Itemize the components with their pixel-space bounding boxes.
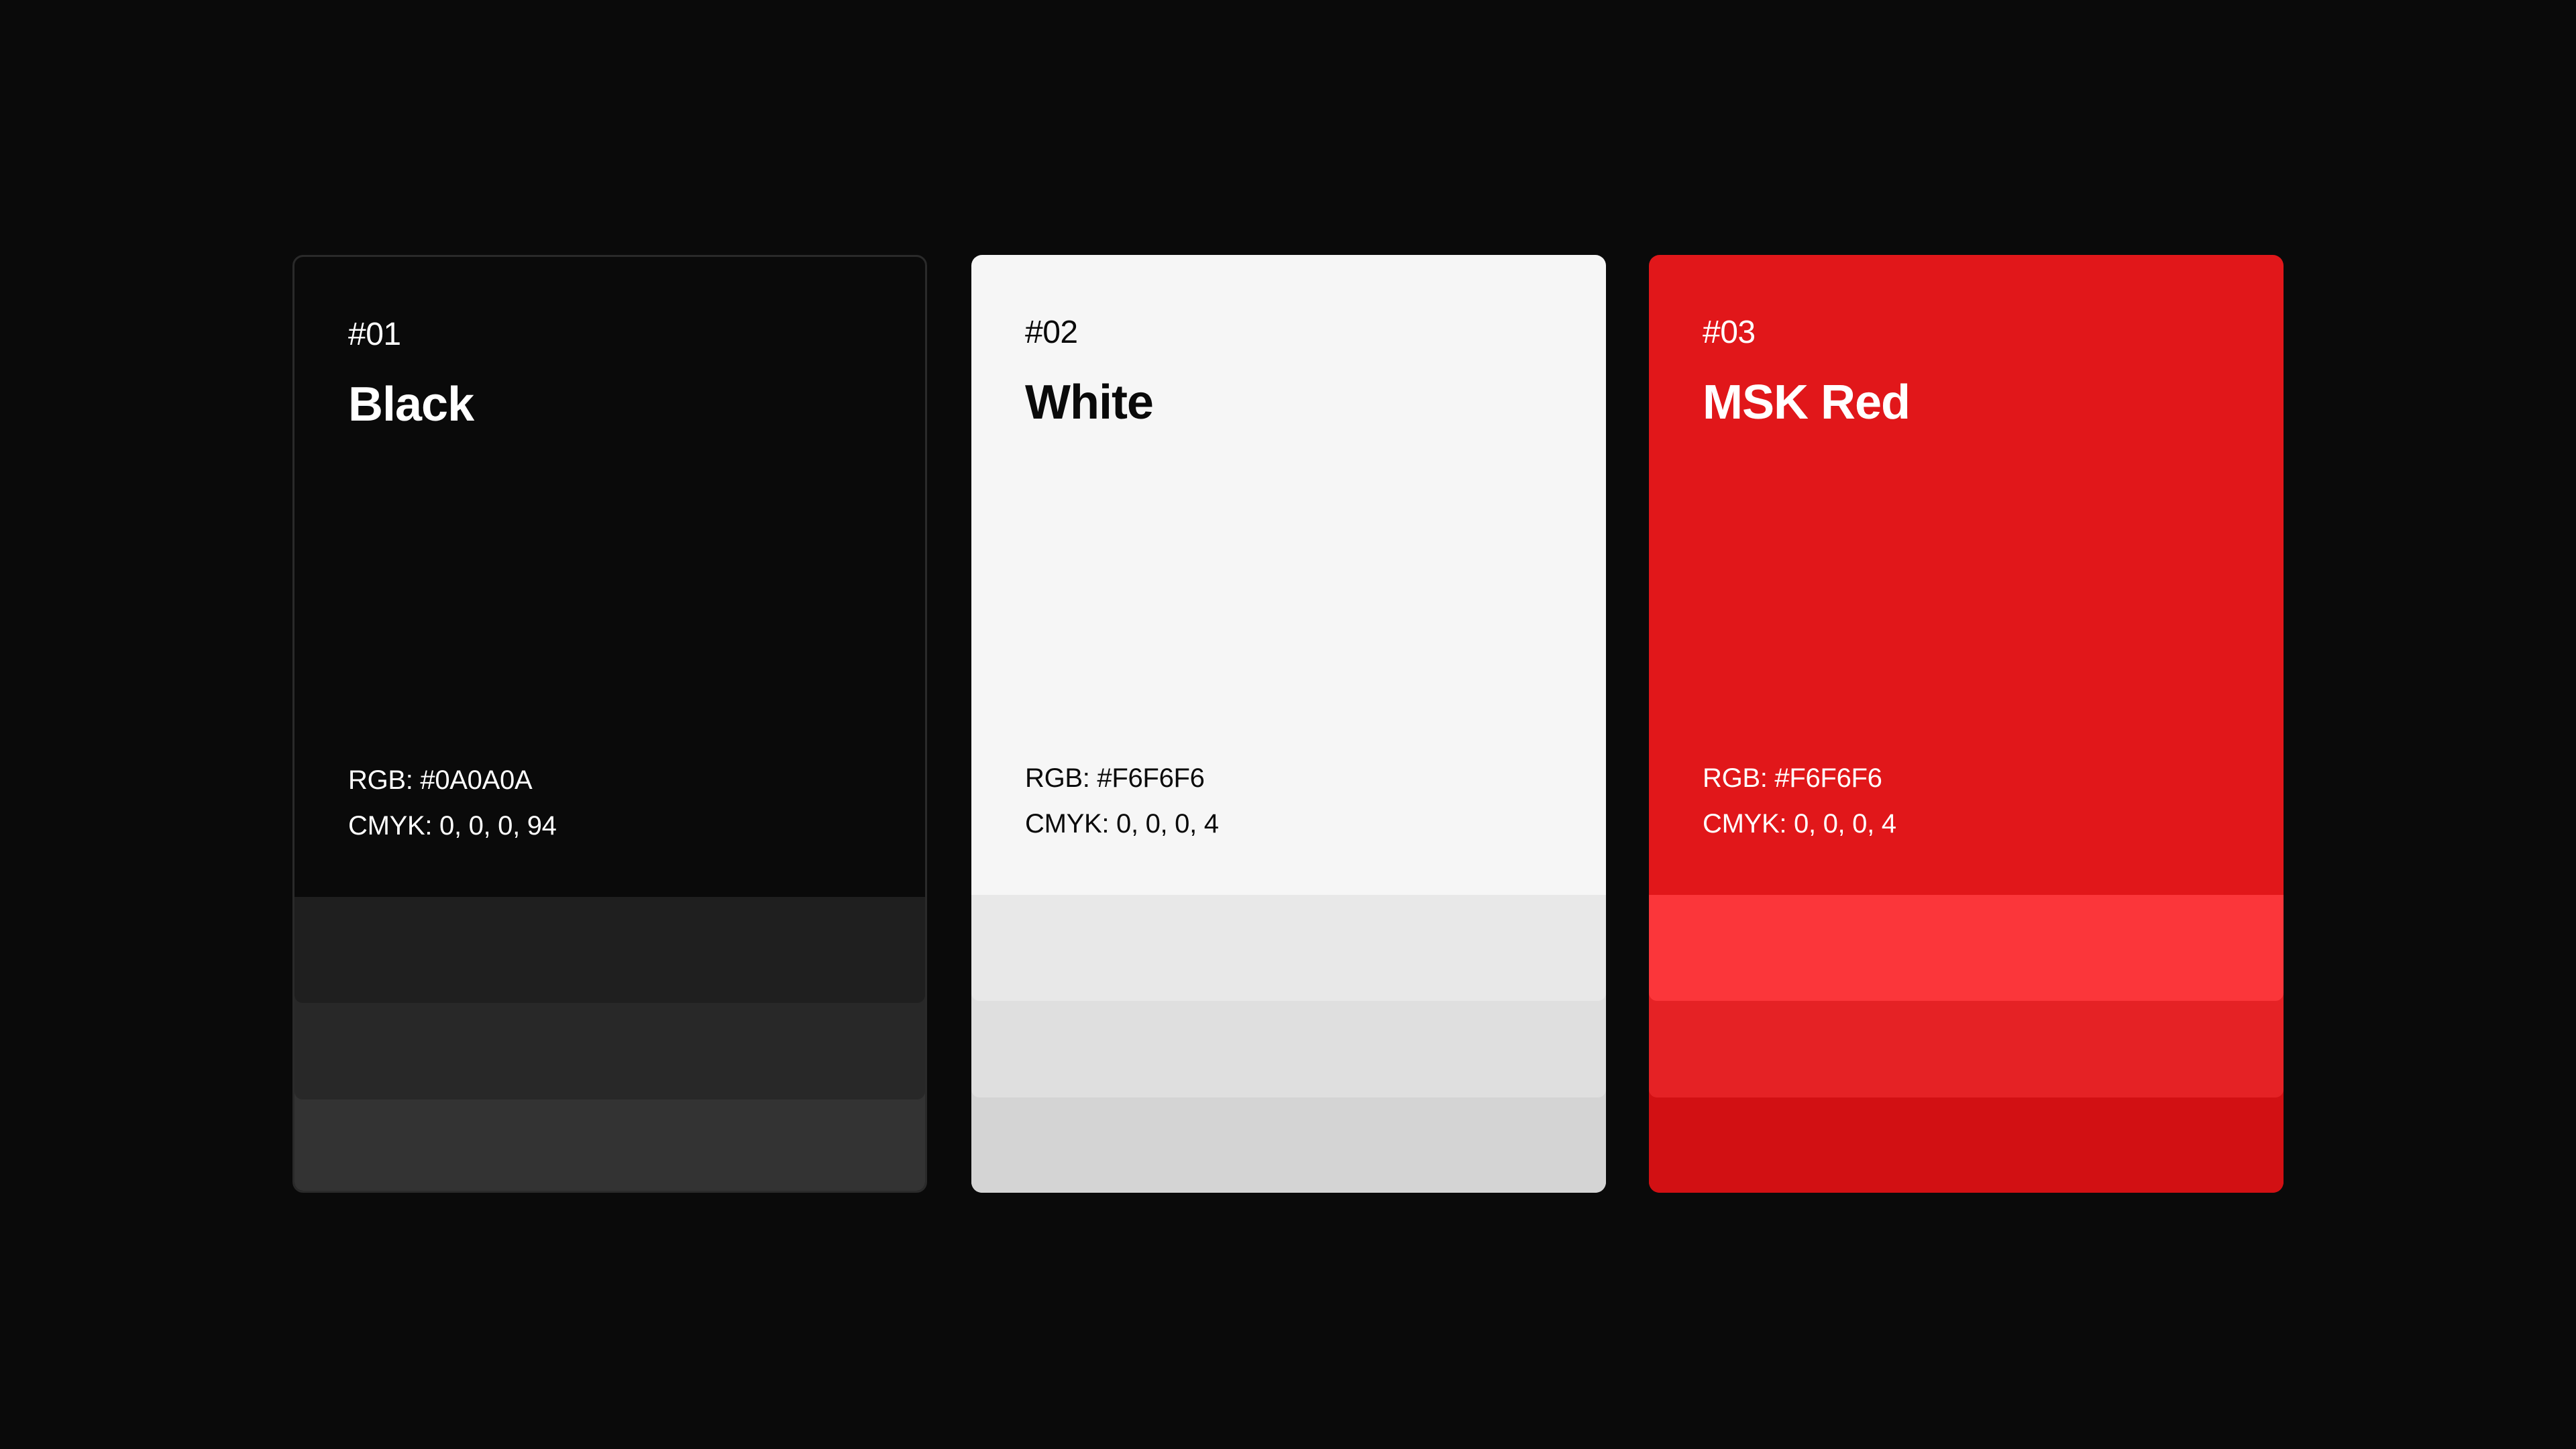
swatch-number: #02 bbox=[1025, 315, 1078, 350]
shade-tint-2 bbox=[971, 993, 1606, 1097]
swatch-cmyk: CMYK: 0, 0, 0, 94 bbox=[348, 811, 557, 841]
swatch-codes: RGB: #F6F6F6 CMYK: 0, 0, 0, 4 bbox=[1025, 755, 1219, 847]
shade-tint-1 bbox=[971, 895, 1606, 1001]
swatch-codes: RGB: #F6F6F6 CMYK: 0, 0, 0, 4 bbox=[1703, 755, 1896, 847]
swatch-number: #03 bbox=[1703, 315, 1756, 350]
swatch-card-msk-red: #03 MSK Red RGB: #F6F6F6 CMYK: 0, 0, 0, … bbox=[1649, 255, 2284, 1193]
shade-tint-1 bbox=[294, 897, 925, 1003]
swatch-card-black: #01 Black RGB: #0A0A0A CMYK: 0, 0, 0, 94 bbox=[292, 255, 927, 1193]
swatch-number: #01 bbox=[348, 317, 401, 352]
swatch-name: White bbox=[1025, 376, 1154, 429]
swatch-card-white: #02 White RGB: #F6F6F6 CMYK: 0, 0, 0, 4 bbox=[971, 255, 1606, 1193]
swatch-rgb: RGB: #F6F6F6 bbox=[1703, 763, 1882, 793]
swatch-codes: RGB: #0A0A0A CMYK: 0, 0, 0, 94 bbox=[348, 757, 557, 849]
swatch-cmyk: CMYK: 0, 0, 0, 4 bbox=[1025, 809, 1219, 839]
shade-tint-3 bbox=[294, 1089, 925, 1191]
swatch-rgb: RGB: #F6F6F6 bbox=[1025, 763, 1205, 793]
shade-tint-3 bbox=[1649, 1087, 2284, 1193]
shade-tint-3 bbox=[971, 1087, 1606, 1193]
swatch-cmyk: CMYK: 0, 0, 0, 4 bbox=[1703, 809, 1896, 839]
swatch-name: Black bbox=[348, 378, 474, 431]
shade-tint-2 bbox=[294, 995, 925, 1099]
shade-tint-1 bbox=[1649, 895, 2284, 1001]
swatch-rgb: RGB: #0A0A0A bbox=[348, 765, 533, 795]
palette-stage: #01 Black RGB: #0A0A0A CMYK: 0, 0, 0, 94… bbox=[0, 0, 2576, 1449]
swatch-name: MSK Red bbox=[1703, 376, 1911, 429]
shade-tint-2 bbox=[1649, 993, 2284, 1097]
